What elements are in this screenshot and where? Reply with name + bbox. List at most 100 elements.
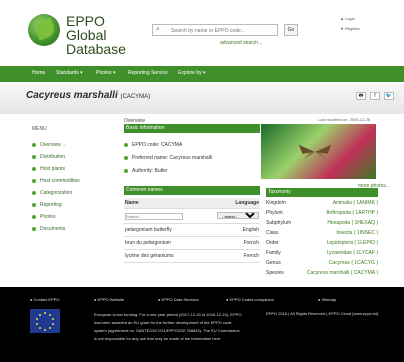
logo-line-2: Global (66, 27, 107, 43)
rank-kingdom: Kingdom (266, 200, 286, 206)
menu-item-label: Categorization (40, 190, 73, 196)
col-language-header[interactable]: Language (202, 198, 260, 209)
eu-flag-icon (30, 309, 60, 333)
twitter-button[interactable]: 🐦 (384, 92, 394, 100)
bullet-icon (32, 226, 36, 231)
taxon-class[interactable]: Insecta ( 1INSEC ) (336, 230, 378, 236)
taxonomy-header: Taxonomy (266, 188, 378, 197)
language-cell: French (202, 249, 260, 263)
rank-subphylum: Subphylum (266, 220, 292, 226)
menu-item-host-commodities[interactable]: Host commodities (32, 178, 80, 184)
advanced-search-link[interactable]: advanced search... (220, 40, 262, 46)
taxon-kingdom[interactable]: Animalia ( 1ANIMK ) (333, 200, 378, 206)
menu-item-label: Photos (40, 214, 56, 220)
col-name-header[interactable]: Name (124, 198, 203, 209)
table-row: pelargonium butterfly English (124, 223, 260, 237)
nav-standards[interactable]: Standards ▾ (56, 70, 83, 76)
footer-codes-companion-link[interactable]: ● EPPO Codes companion (226, 297, 274, 302)
nav-reporting-service[interactable]: Reporting Service (128, 70, 168, 76)
rank-class: Class (266, 230, 279, 236)
page-title-code: (CACYMA) (120, 94, 151, 100)
page-title-name: Cacyreus marshalli (26, 90, 118, 101)
menu-item-reporting[interactable]: Reporting (32, 202, 62, 208)
taxon-species[interactable]: Cacyreus marshalli ( CACYMA ) (307, 270, 378, 276)
eppo-logo-text[interactable]: EPPO Global Database (66, 14, 126, 56)
taxon-subphylum[interactable]: Hexapoda ( 1HEXAQ ) (327, 220, 378, 226)
eppo-code-line: EPPO code: CACYMA (124, 142, 182, 148)
main-nav: Home Standards ▾ Photos ▾ Reporting Serv… (0, 66, 404, 82)
menu-item-overview[interactable]: Overview → (32, 142, 67, 148)
bullet-icon (32, 178, 36, 183)
footer-website-link[interactable]: ● EPPO Website (94, 297, 124, 302)
name-filter-input[interactable] (125, 212, 183, 220)
footer: ● Contact EPPO ● EPPO Website ● EPPO Dat… (0, 287, 404, 362)
table-row: brun du pelargonium French (124, 236, 260, 250)
menu-title: MENU (32, 126, 47, 132)
login-link[interactable]: ▲ Login (340, 16, 355, 21)
print-button[interactable]: 🖶 (356, 92, 366, 100)
language-cell: French (202, 236, 260, 250)
butterfly-icon (298, 144, 332, 160)
authority-text: Authority: Butler (132, 168, 168, 174)
preferred-name-line: Preferred name: Cacyreus marshalli (124, 155, 212, 161)
bullet-icon (124, 168, 128, 173)
common-names-header: Common names (124, 186, 260, 195)
menu-item-label: Reporting (40, 202, 62, 208)
menu-item-documents[interactable]: Documents (32, 226, 65, 232)
go-button[interactable]: Go (284, 24, 298, 36)
language-select[interactable]: - select - (217, 212, 259, 219)
basic-information-header: Basic information (124, 124, 260, 133)
bullet-icon (32, 190, 36, 195)
table-header-row: Name Language (124, 198, 260, 209)
nav-photos[interactable]: Photos ▾ (96, 70, 115, 76)
search-box: ⌕ (152, 24, 278, 36)
name-cell: lycène des géraniums (124, 249, 203, 263)
preferred-name-text: Preferred name: Cacyreus marshalli (132, 155, 213, 161)
rank-phylum: Phylum (266, 210, 283, 216)
rank-genus: Genus (266, 260, 281, 266)
nav-home[interactable]: Home (32, 70, 45, 76)
page-title: Cacyreus marshalli (CACYMA) (26, 90, 150, 101)
search-icon: ⌕ (156, 26, 160, 33)
menu-item-distribution[interactable]: Distribution (32, 154, 65, 160)
footer-contact-link[interactable]: ● Contact EPPO (30, 297, 60, 302)
register-link[interactable]: ▼ Register (340, 26, 360, 31)
menu-item-photos[interactable]: Photos (32, 214, 56, 220)
taxon-phylum[interactable]: Arthropoda ( 1ARTHP ) (326, 210, 378, 216)
eu-funding-text: European Union funding: For a one-year p… (94, 312, 242, 341)
footer-sitemap-link[interactable]: ● Sitemap (318, 297, 336, 302)
menu-item-label: Documents (40, 226, 66, 232)
bullet-icon (32, 214, 36, 219)
menu-item-label: Host commodities (40, 178, 80, 184)
rank-species: Species (266, 270, 284, 276)
logo-line-3: Database (66, 41, 126, 57)
bullet-icon (124, 155, 128, 160)
name-cell: pelargonium butterfly (124, 223, 203, 237)
menu-item-categorization[interactable]: Categorization (32, 190, 72, 196)
language-cell: English (202, 223, 260, 237)
authority-line: Authority: Butler (124, 168, 168, 174)
last-modified: Last modified on: 2008-12-26 (318, 117, 371, 122)
search-input[interactable] (171, 26, 253, 35)
footer-data-services-link[interactable]: ● EPPO Data Services (158, 297, 199, 302)
bullet-icon (32, 202, 36, 207)
bullet-icon (32, 142, 36, 147)
rank-family: Family (266, 250, 281, 256)
common-names-table: Name Language - select - pelargonium but… (124, 198, 260, 263)
menu-item-label: Overview → (40, 142, 68, 148)
name-cell: brun du pelargonium (124, 236, 203, 250)
menu-item-host-plants[interactable]: Host plants (32, 166, 65, 172)
nav-explore-by[interactable]: Explore by ▾ (178, 70, 206, 76)
taxon-order[interactable]: Lepidoptera ( 1LEPIO ) (327, 240, 378, 246)
menu-item-label: Host plants (40, 166, 66, 172)
header: EPPO Global Database ⌕ Go advanced searc… (0, 0, 404, 64)
taxon-genus[interactable]: Cacyreus ( 1CACYG ) (329, 260, 378, 266)
taxon-family[interactable]: Lycaenidae ( 1LYCAF ) (327, 250, 378, 256)
menu-item-label: Distribution (40, 154, 66, 160)
bullet-icon (124, 142, 128, 147)
filter-row: - select - (124, 208, 260, 224)
facebook-button[interactable]: f (370, 92, 380, 100)
bullet-icon (32, 154, 36, 159)
bullet-icon (32, 166, 36, 171)
eppo-code-text: EPPO code: CACYMA (132, 142, 183, 148)
